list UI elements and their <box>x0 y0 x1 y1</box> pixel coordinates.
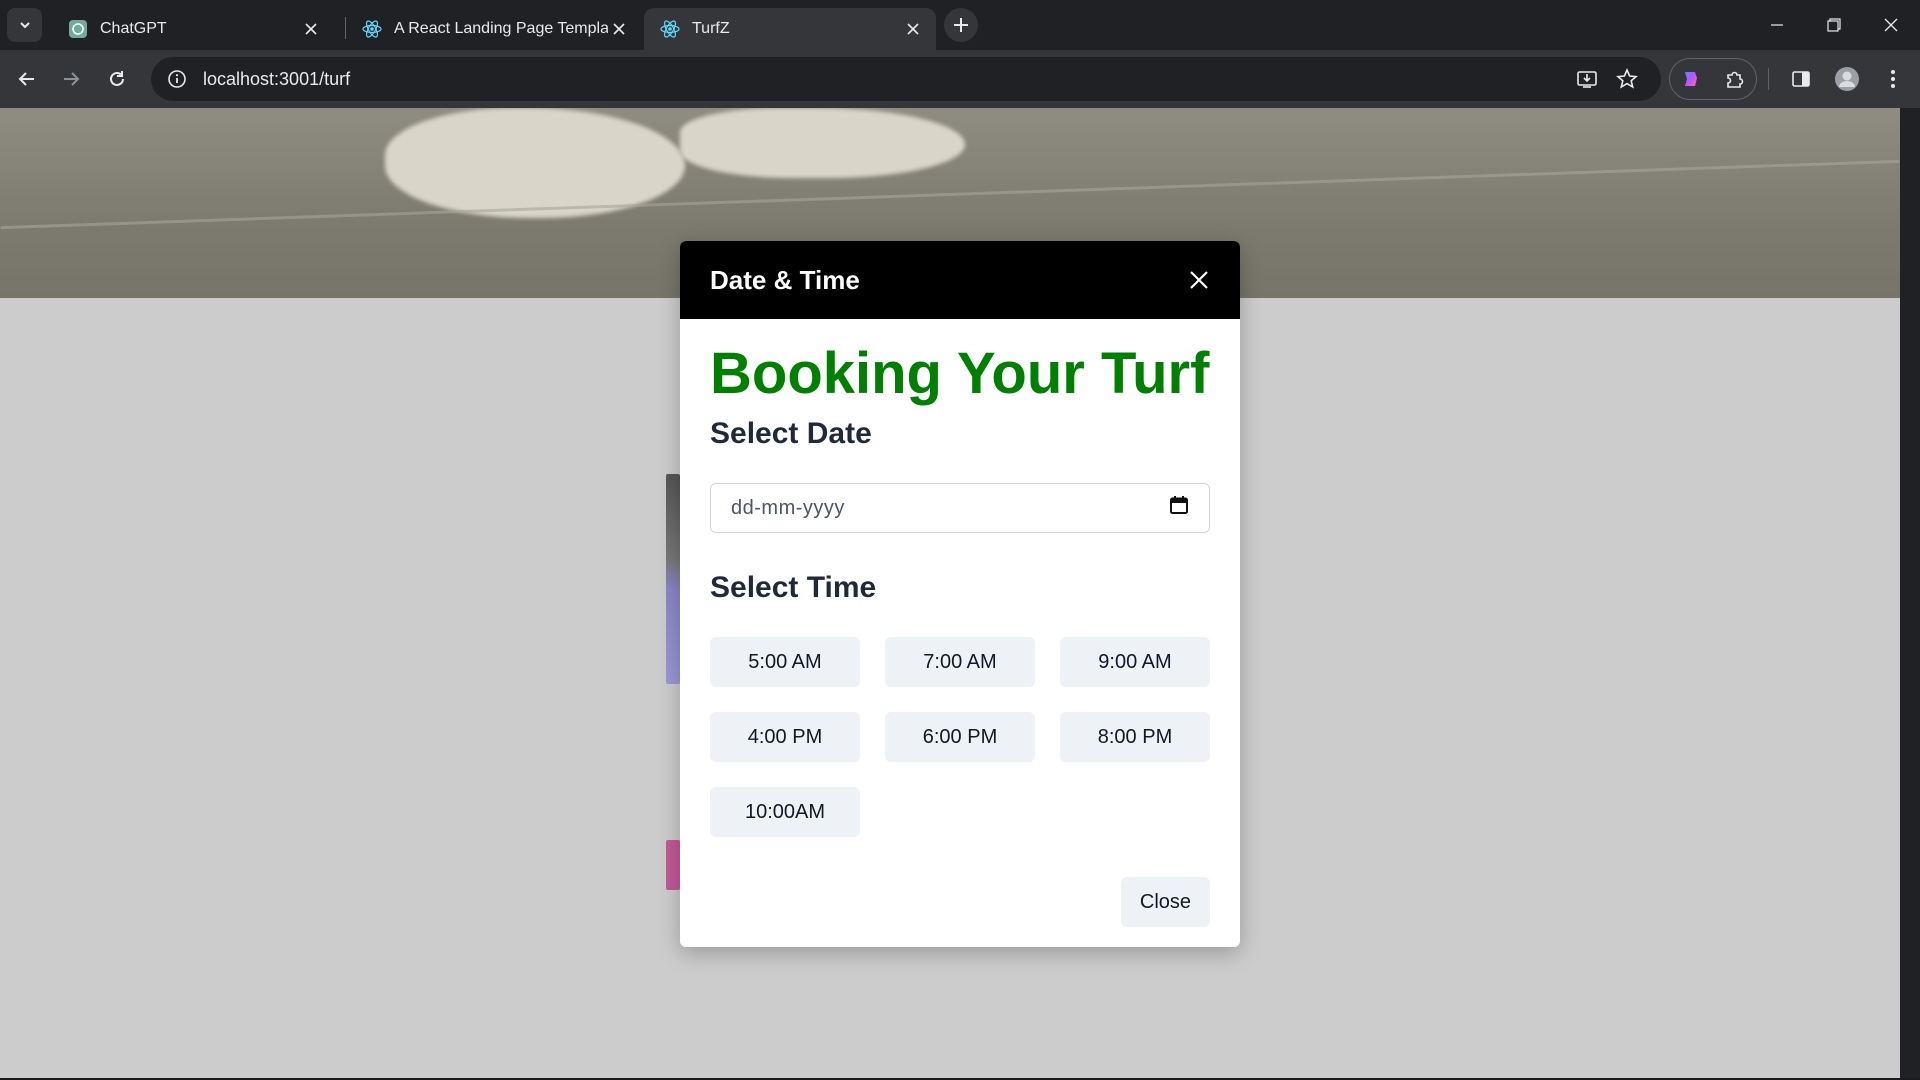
minimize-icon <box>1771 24 1783 26</box>
time-slot-button[interactable]: 7:00 AM <box>885 637 1035 687</box>
tab-title: A React Landing Page Template <box>394 20 608 37</box>
browser-toolbar: localhost:3001/turf <box>0 50 1920 108</box>
hero-shoe-right <box>680 108 965 178</box>
select-time-label: Select Time <box>710 571 877 604</box>
reload-icon <box>110 71 124 86</box>
calendar-icon[interactable] <box>1169 495 1189 521</box>
arrow-right-icon <box>64 72 80 86</box>
booking-modal: Date & Time Booking Your Turf Select Dat… <box>680 241 1240 947</box>
close-tab-icon[interactable] <box>608 18 630 40</box>
time-slot-button[interactable]: 4:00 PM <box>710 712 860 762</box>
tab-title: ChatGPT <box>100 20 167 37</box>
date-placeholder: dd-mm-yyyy <box>731 496 845 519</box>
side-panel-icon[interactable] <box>1782 60 1820 98</box>
arrow-left-icon <box>18 72 34 86</box>
bookmark-star-icon[interactable] <box>1608 60 1646 98</box>
url-text: localhost:3001/turf <box>203 68 351 89</box>
time-slot-button[interactable]: 5:00 AM <box>710 637 860 687</box>
time-slot-grid: 5:00 AM 7:00 AM 9:00 AM 4:00 PM 6:00 PM … <box>710 637 1210 837</box>
modal-header: Date & Time <box>680 241 1240 319</box>
puzzle-extensions-icon[interactable] <box>1716 60 1754 98</box>
reload-button[interactable] <box>98 60 136 98</box>
modal-footer: Close <box>1121 877 1210 927</box>
tab-strip: ChatGPT A React Landing Page Template Tu… <box>0 0 1920 50</box>
hero-field-line <box>0 159 1900 230</box>
minimize-button[interactable] <box>1748 0 1806 50</box>
site-info-icon[interactable] <box>155 57 199 101</box>
tab-turfz[interactable]: TurfZ <box>644 8 936 50</box>
install-app-icon[interactable] <box>1568 60 1606 98</box>
chatgpt-icon <box>68 19 88 39</box>
page-scrollbar[interactable] <box>1900 108 1920 1078</box>
close-icon <box>1884 18 1898 32</box>
restore-button[interactable] <box>1805 0 1863 50</box>
close-tab-icon[interactable] <box>300 18 322 40</box>
background-card-edge <box>666 474 680 684</box>
date-input[interactable]: dd-mm-yyyy <box>710 483 1210 533</box>
hero-shoe-left <box>385 108 685 218</box>
time-slot-button[interactable]: 9:00 AM <box>1060 637 1210 687</box>
react-icon <box>660 19 680 39</box>
toolbar-separator <box>1768 68 1769 90</box>
plus-icon <box>954 18 968 32</box>
browser-menu-icon[interactable] <box>1874 60 1912 98</box>
time-slot-button[interactable]: 8:00 PM <box>1060 712 1210 762</box>
modal-title: Date & Time <box>710 264 860 295</box>
tab-react-landing[interactable]: A React Landing Page Template <box>346 8 642 50</box>
chevron-down-icon <box>19 22 30 29</box>
back-button[interactable] <box>8 60 46 98</box>
time-slot-button[interactable]: 10:00AM <box>710 787 860 837</box>
close-button[interactable]: Close <box>1121 877 1210 927</box>
copilot-extension-icon[interactable] <box>1672 60 1710 98</box>
close-icon[interactable] <box>1182 263 1216 297</box>
profile-avatar[interactable] <box>1828 60 1866 98</box>
booking-heading: Booking Your Turf <box>710 341 1210 406</box>
close-tab-icon[interactable] <box>902 18 924 40</box>
tab-chatgpt[interactable]: ChatGPT <box>52 8 334 50</box>
react-icon <box>362 19 382 39</box>
background-button-edge <box>666 840 680 890</box>
restore-icon <box>1827 18 1841 32</box>
tab-title: TurfZ <box>692 20 730 37</box>
address-bar[interactable]: localhost:3001/turf <box>151 57 1661 101</box>
forward-button[interactable] <box>52 60 90 98</box>
select-date-label: Select Date <box>710 417 872 450</box>
new-tab-button[interactable] <box>944 8 978 42</box>
window-close-button[interactable] <box>1862 0 1920 50</box>
modal-body: Booking Your Turf Select Date dd-mm-yyyy… <box>680 319 1240 837</box>
time-slot-button[interactable]: 6:00 PM <box>885 712 1035 762</box>
tab-search-button[interactable] <box>7 8 42 42</box>
